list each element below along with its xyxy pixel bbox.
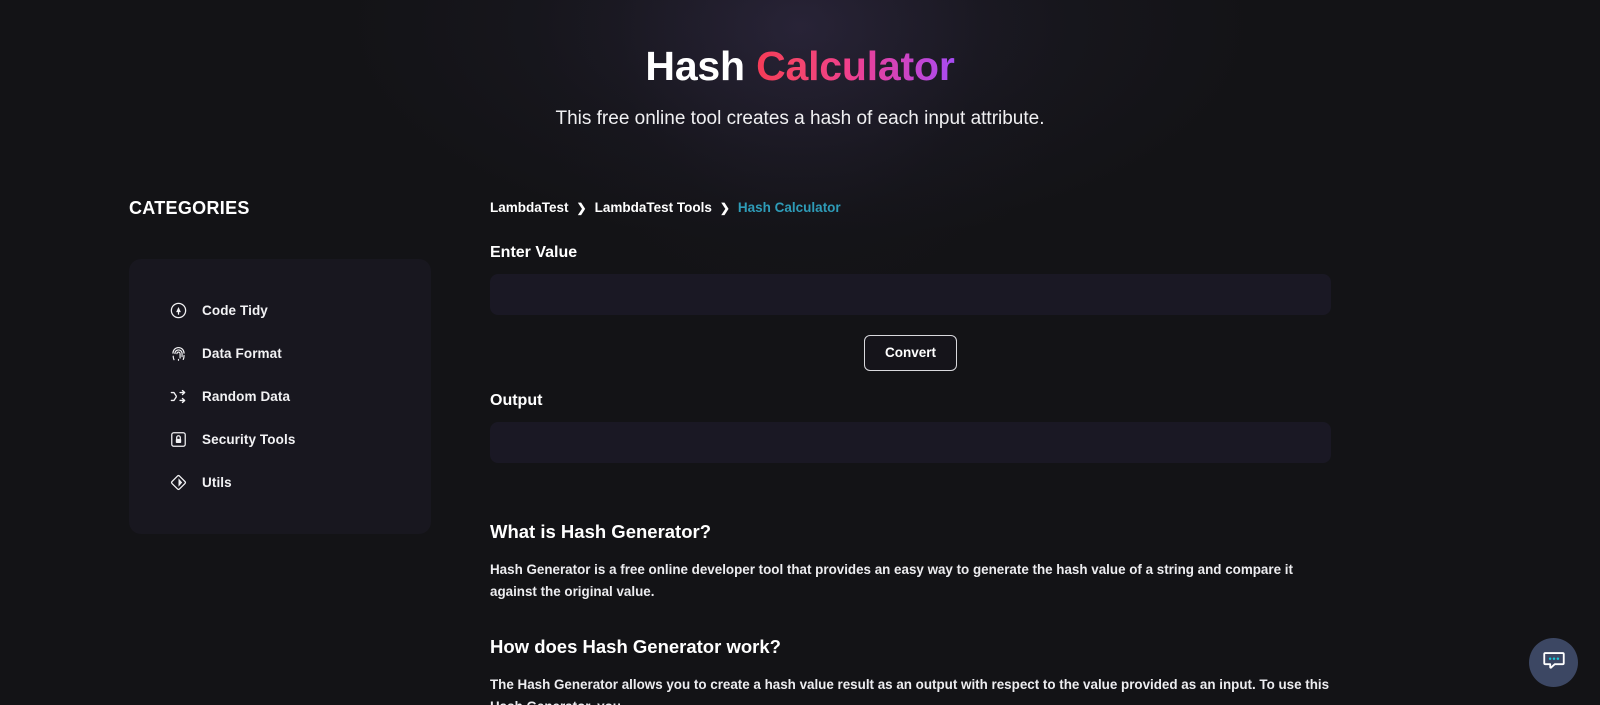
article-what-is-hash-generator: What is Hash Generator? Hash Generator i… [490, 521, 1560, 603]
article-body: The Hash Generator allows you to create … [490, 676, 1330, 705]
article-heading: How does Hash Generator work? [490, 635, 781, 657]
sidebar-item-label: Code Tidy [202, 303, 268, 319]
sidebar-item-data-format[interactable]: Data Format [129, 332, 431, 375]
page-subtitle: This free online tool creates a hash of … [555, 108, 1045, 130]
code-tidy-icon [169, 301, 188, 320]
breadcrumb-item-lambdatest[interactable]: LambdaTest [490, 200, 569, 215]
page-title-accent: Calculator [756, 43, 955, 89]
breadcrumb: LambdaTest ❯ LambdaTest Tools ❯ Hash Cal… [490, 200, 1560, 215]
categories-card: Code Tidy Data Format Random Data Securi… [129, 259, 431, 535]
page-root: Hash Calculator This free online tool cr… [0, 0, 1600, 705]
breadcrumb-item-current[interactable]: Hash Calculator [738, 200, 841, 215]
article-how-does-hash-generator-work: How does Hash Generator work? The Hash G… [490, 636, 1560, 705]
sidebar-item-security-tools[interactable]: Security Tools [129, 418, 431, 461]
enter-value-label: Enter Value [490, 244, 578, 262]
breadcrumb-separator-icon: ❯ [719, 200, 730, 215]
chat-bubble-icon [1541, 647, 1567, 678]
lock-icon [169, 430, 188, 449]
sidebar-item-label: Random Data [202, 389, 291, 405]
page-title-plain: Hash [645, 43, 757, 89]
content-area: LambdaTest ❯ LambdaTest Tools ❯ Hash Cal… [432, 198, 1560, 705]
sidebar-item-label: Data Format [202, 346, 282, 362]
article-heading: What is Hash Generator? [490, 520, 712, 542]
chat-widget-button[interactable] [1529, 638, 1578, 687]
sidebar-heading: CATEGORIES [129, 198, 250, 219]
sidebar-item-utils[interactable]: Utils [129, 461, 431, 504]
diamond-icon [169, 473, 188, 492]
main-layout: CATEGORIES Code Tidy Data Format Random … [0, 198, 1600, 705]
sidebar-item-code-tidy[interactable]: Code Tidy [129, 289, 431, 332]
hero-section: Hash Calculator This free online tool cr… [0, 0, 1600, 130]
sidebar-item-label: Security Tools [202, 432, 296, 448]
breadcrumb-separator-icon: ❯ [576, 200, 587, 215]
breadcrumb-item-lambdatest-tools[interactable]: LambdaTest Tools [595, 200, 712, 215]
article-body: Hash Generator is a free online develope… [490, 561, 1293, 599]
shuffle-icon [169, 387, 188, 406]
fingerprint-icon [169, 344, 188, 363]
sidebar-item-label: Utils [202, 475, 232, 491]
enter-value-input[interactable] [490, 274, 1331, 316]
page-title: Hash Calculator [0, 42, 1600, 91]
convert-button-row: Convert [490, 335, 1331, 371]
output-label: Output [490, 391, 543, 409]
sidebar-item-random-data[interactable]: Random Data [129, 375, 431, 418]
sidebar: CATEGORIES Code Tidy Data Format Random … [129, 198, 432, 705]
output-field[interactable] [490, 421, 1331, 463]
articles-section: What is Hash Generator? Hash Generator i… [490, 521, 1560, 705]
convert-button[interactable]: Convert [863, 335, 957, 371]
